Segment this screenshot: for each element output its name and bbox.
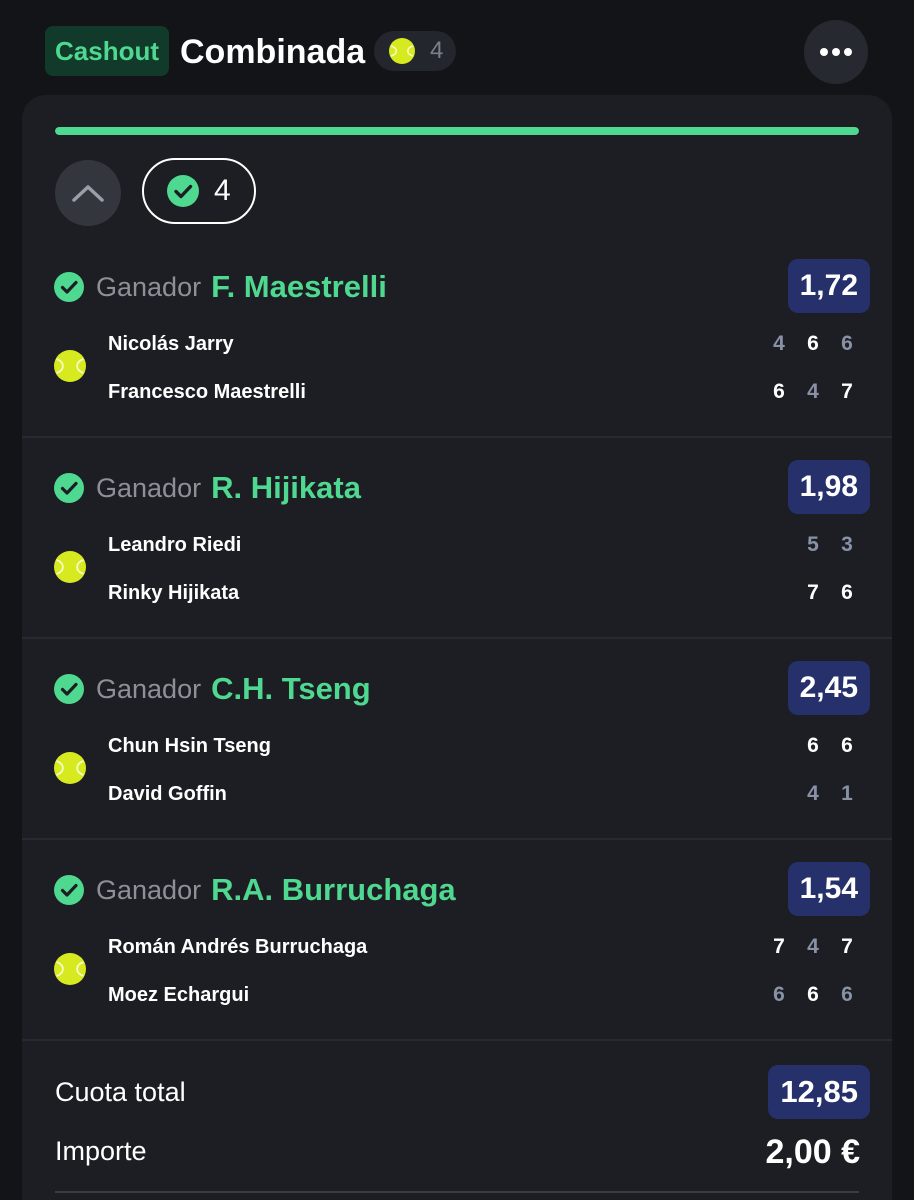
set-score: 6 bbox=[773, 983, 785, 1006]
set-scores: 53 bbox=[796, 530, 864, 560]
tennis-ball-icon bbox=[53, 751, 87, 785]
bet-detail-page: Cashout Combinada 4 4 Ganador F. Maestre… bbox=[0, 0, 914, 1200]
player-name: Leandro Riedi bbox=[108, 533, 242, 556]
player-name: Nicolás Jarry bbox=[108, 332, 234, 355]
set-scores: 66 bbox=[796, 731, 864, 761]
pick-label: R. Hijikata bbox=[211, 470, 361, 505]
set-scores: 466 bbox=[762, 329, 864, 359]
check-circle-icon bbox=[53, 271, 85, 303]
tennis-ball-icon bbox=[389, 38, 415, 64]
total-odds-value: 12,85 bbox=[768, 1065, 870, 1119]
chevron-up-icon bbox=[72, 185, 104, 202]
won-legs-chip[interactable]: 4 bbox=[142, 158, 256, 224]
collapse-button[interactable] bbox=[55, 160, 121, 226]
selection-market: Ganador R. Hijikata bbox=[96, 468, 361, 508]
player-name: Rinky Hijikata bbox=[108, 581, 240, 604]
set-score: 6 bbox=[841, 734, 853, 757]
pick-label: R.A. Burruchaga bbox=[211, 872, 456, 907]
set-score: 7 bbox=[841, 380, 853, 403]
set-score: 1 bbox=[841, 782, 853, 805]
legs-count: 4 bbox=[430, 37, 444, 64]
set-score: 4 bbox=[807, 380, 819, 403]
set-scores: 76 bbox=[796, 578, 864, 608]
set-score: 6 bbox=[841, 581, 853, 604]
set-score: 4 bbox=[773, 332, 785, 355]
legs-count-chip: 4 bbox=[374, 31, 456, 71]
set-score: 3 bbox=[841, 533, 853, 556]
set-score: 7 bbox=[807, 581, 819, 604]
bet-title: Combinada bbox=[180, 32, 366, 71]
progress-fill bbox=[55, 127, 859, 135]
selection-card[interactable]: Ganador R. Hijikata 1,98 Leandro Riedi 5 3 Rin… bbox=[22, 438, 892, 639]
market-label: Ganador bbox=[96, 472, 202, 503]
selection-divider bbox=[22, 1039, 892, 1041]
tennis-ball-icon bbox=[53, 952, 87, 986]
bet-header: Cashout Combinada 4 bbox=[0, 0, 914, 100]
selection-card[interactable]: Ganador R.A. Burruchaga 1,54 Román Andrés B… bbox=[22, 840, 892, 1041]
set-score: 6 bbox=[807, 983, 819, 1006]
set-score: 7 bbox=[841, 935, 853, 958]
set-score: 6 bbox=[773, 380, 785, 403]
player-name: Román Andrés Burruchaga bbox=[108, 935, 368, 958]
check-circle-icon bbox=[53, 472, 85, 504]
set-score: 6 bbox=[807, 734, 819, 757]
selection-market: Ganador R.A. Burruchaga bbox=[96, 870, 456, 910]
set-scores: 747 bbox=[762, 932, 864, 962]
player-name: Francesco Maestrelli bbox=[108, 380, 306, 403]
summary-divider bbox=[55, 1191, 859, 1193]
cashout-badge[interactable]: Cashout bbox=[45, 26, 169, 76]
more-options-button[interactable] bbox=[804, 20, 868, 84]
set-scores: 41 bbox=[796, 779, 864, 809]
set-score: 6 bbox=[841, 332, 853, 355]
progress-bar bbox=[55, 127, 859, 135]
more-dots-icon bbox=[820, 48, 852, 56]
market-label: Ganador bbox=[96, 874, 202, 905]
check-circle-icon bbox=[167, 175, 199, 207]
tennis-ball-icon bbox=[53, 550, 87, 584]
set-score: 4 bbox=[807, 935, 819, 958]
player-name: David Goffin bbox=[108, 782, 227, 805]
selection-card[interactable]: Ganador C.H. Tseng 2,45 Chun Hsin Tseng 6 6 Da… bbox=[22, 639, 892, 840]
odds-badge[interactable]: 1,98 bbox=[787, 460, 870, 514]
set-scores: 666 bbox=[762, 980, 864, 1010]
set-score: 4 bbox=[807, 782, 819, 805]
selection-market: Ganador F. Maestrelli bbox=[96, 267, 387, 307]
set-score: 6 bbox=[841, 983, 853, 1006]
total-odds-label: Cuota total bbox=[55, 1076, 186, 1107]
won-legs-count: 4 bbox=[214, 174, 231, 207]
selection-market: Ganador C.H. Tseng bbox=[96, 669, 371, 709]
pick-label: C.H. Tseng bbox=[211, 671, 371, 706]
stake-value: 2,00 € bbox=[765, 1132, 860, 1171]
check-circle-icon bbox=[53, 874, 85, 906]
odds-badge[interactable]: 1,54 bbox=[787, 862, 870, 916]
tennis-ball-icon bbox=[53, 349, 87, 383]
set-scores: 647 bbox=[762, 377, 864, 407]
odds-badge[interactable]: 2,45 bbox=[787, 661, 870, 715]
market-label: Ganador bbox=[96, 271, 202, 302]
market-label: Ganador bbox=[96, 673, 202, 704]
set-score: 7 bbox=[773, 935, 785, 958]
odds-badge[interactable]: 1,72 bbox=[787, 259, 870, 313]
bet-card: 4 Ganador F. Maestrelli 1,72 Nicolás Jarry 4… bbox=[22, 95, 892, 1200]
player-name: Chun Hsin Tseng bbox=[108, 734, 271, 757]
check-circle-icon bbox=[53, 673, 85, 705]
set-score: 6 bbox=[807, 332, 819, 355]
player-name: Moez Echargui bbox=[108, 983, 250, 1006]
stake-label: Importe bbox=[55, 1135, 147, 1166]
set-score: 5 bbox=[807, 533, 819, 556]
pick-label: F. Maestrelli bbox=[211, 269, 387, 304]
selection-card[interactable]: Ganador F. Maestrelli 1,72 Nicolás Jarry 4 6 6… bbox=[22, 237, 892, 438]
